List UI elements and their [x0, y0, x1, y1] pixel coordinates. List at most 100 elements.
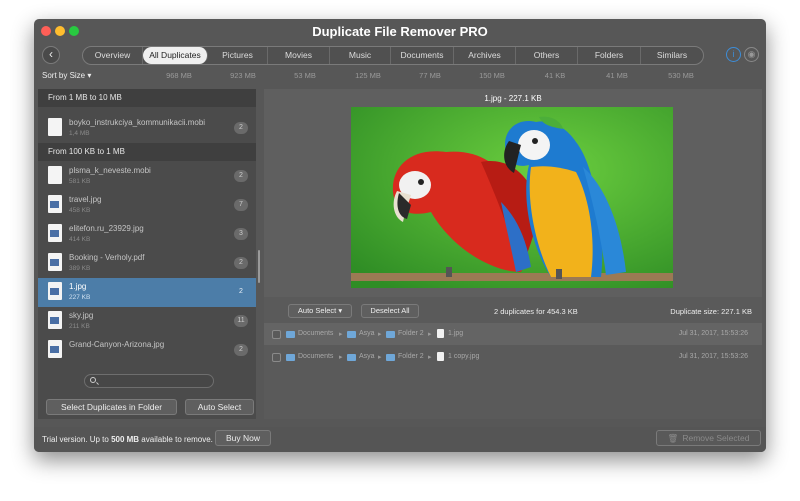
- list-item[interactable]: travel.jpg 458 KB 7: [38, 191, 256, 220]
- table-row[interactable]: Documents ▸ Asya ▸ Folder 2 ▸ 1 copy.jpg…: [264, 346, 762, 368]
- tab-movies[interactable]: Movies: [268, 47, 330, 64]
- path-segment: Asya: [359, 353, 375, 360]
- item-size: 389 KB: [69, 265, 91, 272]
- size-all-duplicates: 968 MB: [166, 71, 192, 80]
- tab-similars[interactable]: Similars: [641, 47, 703, 64]
- deselect-all-button[interactable]: Deselect All: [361, 304, 419, 318]
- list-item[interactable]: Booking - Verholy.pdf 389 KB 2: [38, 249, 256, 278]
- parrot-image: [351, 107, 673, 288]
- detail-panel: 1.jpg - 227.1 KB Auto Select ▾ Deselect …: [264, 89, 762, 419]
- select-duplicates-in-folder-button[interactable]: Select Duplicates in Folder: [46, 399, 177, 415]
- remove-selected-button[interactable]: 🗑 Remove Selected: [656, 430, 761, 446]
- search-icon: [90, 377, 96, 383]
- item-size: 211 KB: [69, 323, 90, 330]
- size-movies: 53 MB: [294, 71, 316, 80]
- tab-all-duplicates[interactable]: All Duplicates: [143, 47, 208, 64]
- rss-icon[interactable]: ◉: [744, 47, 759, 62]
- count-badge: 2: [234, 344, 248, 356]
- trial-text: available to remove.: [139, 435, 213, 444]
- trash-icon: 🗑: [667, 433, 679, 443]
- item-name: travel.jpg: [69, 195, 102, 204]
- document-icon: [48, 118, 62, 136]
- image-file-icon: [48, 195, 62, 213]
- count-badge: 11: [234, 315, 248, 327]
- scrollbar[interactable]: [258, 250, 260, 283]
- chevron-right-icon: ▸: [428, 331, 432, 338]
- size-music: 125 MB: [355, 71, 381, 80]
- tab-pictures[interactable]: Pictures: [208, 47, 268, 64]
- image-file-icon: [437, 329, 444, 338]
- group-header: From 1 MB to 10 MB: [38, 89, 256, 107]
- preview-title: 1.jpg - 227.1 KB: [484, 94, 542, 103]
- path-segment: Asya: [359, 330, 375, 337]
- chevron-right-icon: ▸: [378, 331, 382, 338]
- modified-date: Jul 31, 2017, 15:53:26: [678, 330, 748, 337]
- item-size: 1,4 MB: [69, 130, 90, 137]
- path-segment: Documents: [298, 353, 334, 360]
- image-file-icon: [48, 224, 62, 242]
- count-badge: 3: [234, 228, 248, 240]
- category-tabs: Overview All Duplicates Pictures Movies …: [82, 46, 704, 65]
- count-badge: 2: [234, 170, 248, 182]
- tab-archives[interactable]: Archives: [454, 47, 516, 64]
- tab-folders[interactable]: Folders: [578, 47, 641, 64]
- list-item[interactable]: boyko_instrukciya_kommunikacii.mobi 1,4 …: [38, 114, 256, 143]
- size-folders: 41 MB: [606, 71, 628, 80]
- duplicates-summary: 2 duplicates for 454.3 KB: [494, 307, 578, 316]
- table-row[interactable]: Documents ▸ Asya ▸ Folder 2 ▸ 1.jpg Jul …: [264, 323, 762, 345]
- zoom-window-button[interactable]: [69, 26, 79, 36]
- tab-overview[interactable]: Overview: [83, 47, 143, 64]
- folder-icon: [347, 354, 356, 361]
- title-bar: Duplicate File Remover PRO: [34, 19, 766, 45]
- list-item[interactable]: Grand-Canyon-Arizona.jpg 2: [38, 336, 256, 365]
- path-segment: 1 copy.jpg: [448, 353, 480, 360]
- list-item[interactable]: elitefon.ru_23929.jpg 414 KB 3: [38, 220, 256, 249]
- list-item-selected[interactable]: 1.jpg 227 KB 2: [38, 278, 256, 307]
- size-archives: 150 MB: [479, 71, 505, 80]
- auto-select-dropdown[interactable]: Auto Select ▾: [288, 304, 352, 318]
- list-item[interactable]: plsma_k_neveste.mobi 581 KB 2: [38, 162, 256, 191]
- buy-now-button[interactable]: Buy Now: [215, 430, 271, 446]
- image-file-icon: [48, 311, 62, 329]
- folder-icon: [286, 354, 295, 361]
- item-size: 458 KB: [69, 207, 91, 214]
- image-preview: 1.jpg - 227.1 KB: [264, 89, 762, 297]
- tab-music[interactable]: Music: [330, 47, 391, 64]
- duplicates-bar: Auto Select ▾ Deselect All 2 duplicates …: [264, 301, 762, 321]
- path-segment: Documents: [298, 330, 334, 337]
- tab-others[interactable]: Others: [516, 47, 578, 64]
- image-file-icon: [48, 282, 62, 300]
- item-size: 414 KB: [69, 236, 91, 243]
- auto-select-button[interactable]: Auto Select: [185, 399, 254, 415]
- image-file-icon: [48, 340, 62, 358]
- minimize-window-button[interactable]: [55, 26, 65, 36]
- row-checkbox[interactable]: [272, 330, 281, 339]
- item-name: sky.jpg: [69, 311, 94, 320]
- item-name: plsma_k_neveste.mobi: [69, 166, 151, 175]
- app-window: Duplicate File Remover PRO ‹ Overview Al…: [34, 19, 766, 452]
- item-name: Booking - Verholy.pdf: [69, 253, 145, 262]
- tab-documents[interactable]: Documents: [391, 47, 454, 64]
- folder-icon: [286, 331, 295, 338]
- item-size: 581 KB: [69, 178, 91, 185]
- chevron-right-icon: ▸: [339, 354, 343, 361]
- image-file-icon: [437, 352, 444, 361]
- size-others: 41 KB: [544, 71, 566, 80]
- trial-limit: 500 MB: [111, 435, 140, 444]
- info-icon[interactable]: i: [726, 47, 741, 62]
- row-checkbox[interactable]: [272, 353, 281, 362]
- close-window-button[interactable]: [41, 26, 51, 36]
- status-bar: Trial version. Up to 500 MB available to…: [34, 427, 766, 452]
- remove-selected-label: Remove Selected: [682, 433, 750, 443]
- path-segment: 1.jpg: [448, 330, 464, 337]
- search-input[interactable]: [84, 374, 214, 388]
- window-title: Duplicate File Remover PRO: [312, 24, 488, 39]
- list-item[interactable]: sky.jpg 211 KB 11: [38, 307, 256, 336]
- back-button[interactable]: ‹: [42, 46, 60, 64]
- toolbar: ‹ Overview All Duplicates Pictures Movie…: [34, 45, 766, 67]
- item-size: 227 KB: [69, 294, 91, 301]
- document-icon: [48, 166, 62, 184]
- trial-notice: Trial version. Up to 500 MB available to…: [42, 435, 213, 444]
- item-name: boyko_instrukciya_kommunikacii.mobi: [69, 118, 206, 127]
- count-badge: 7: [234, 199, 248, 211]
